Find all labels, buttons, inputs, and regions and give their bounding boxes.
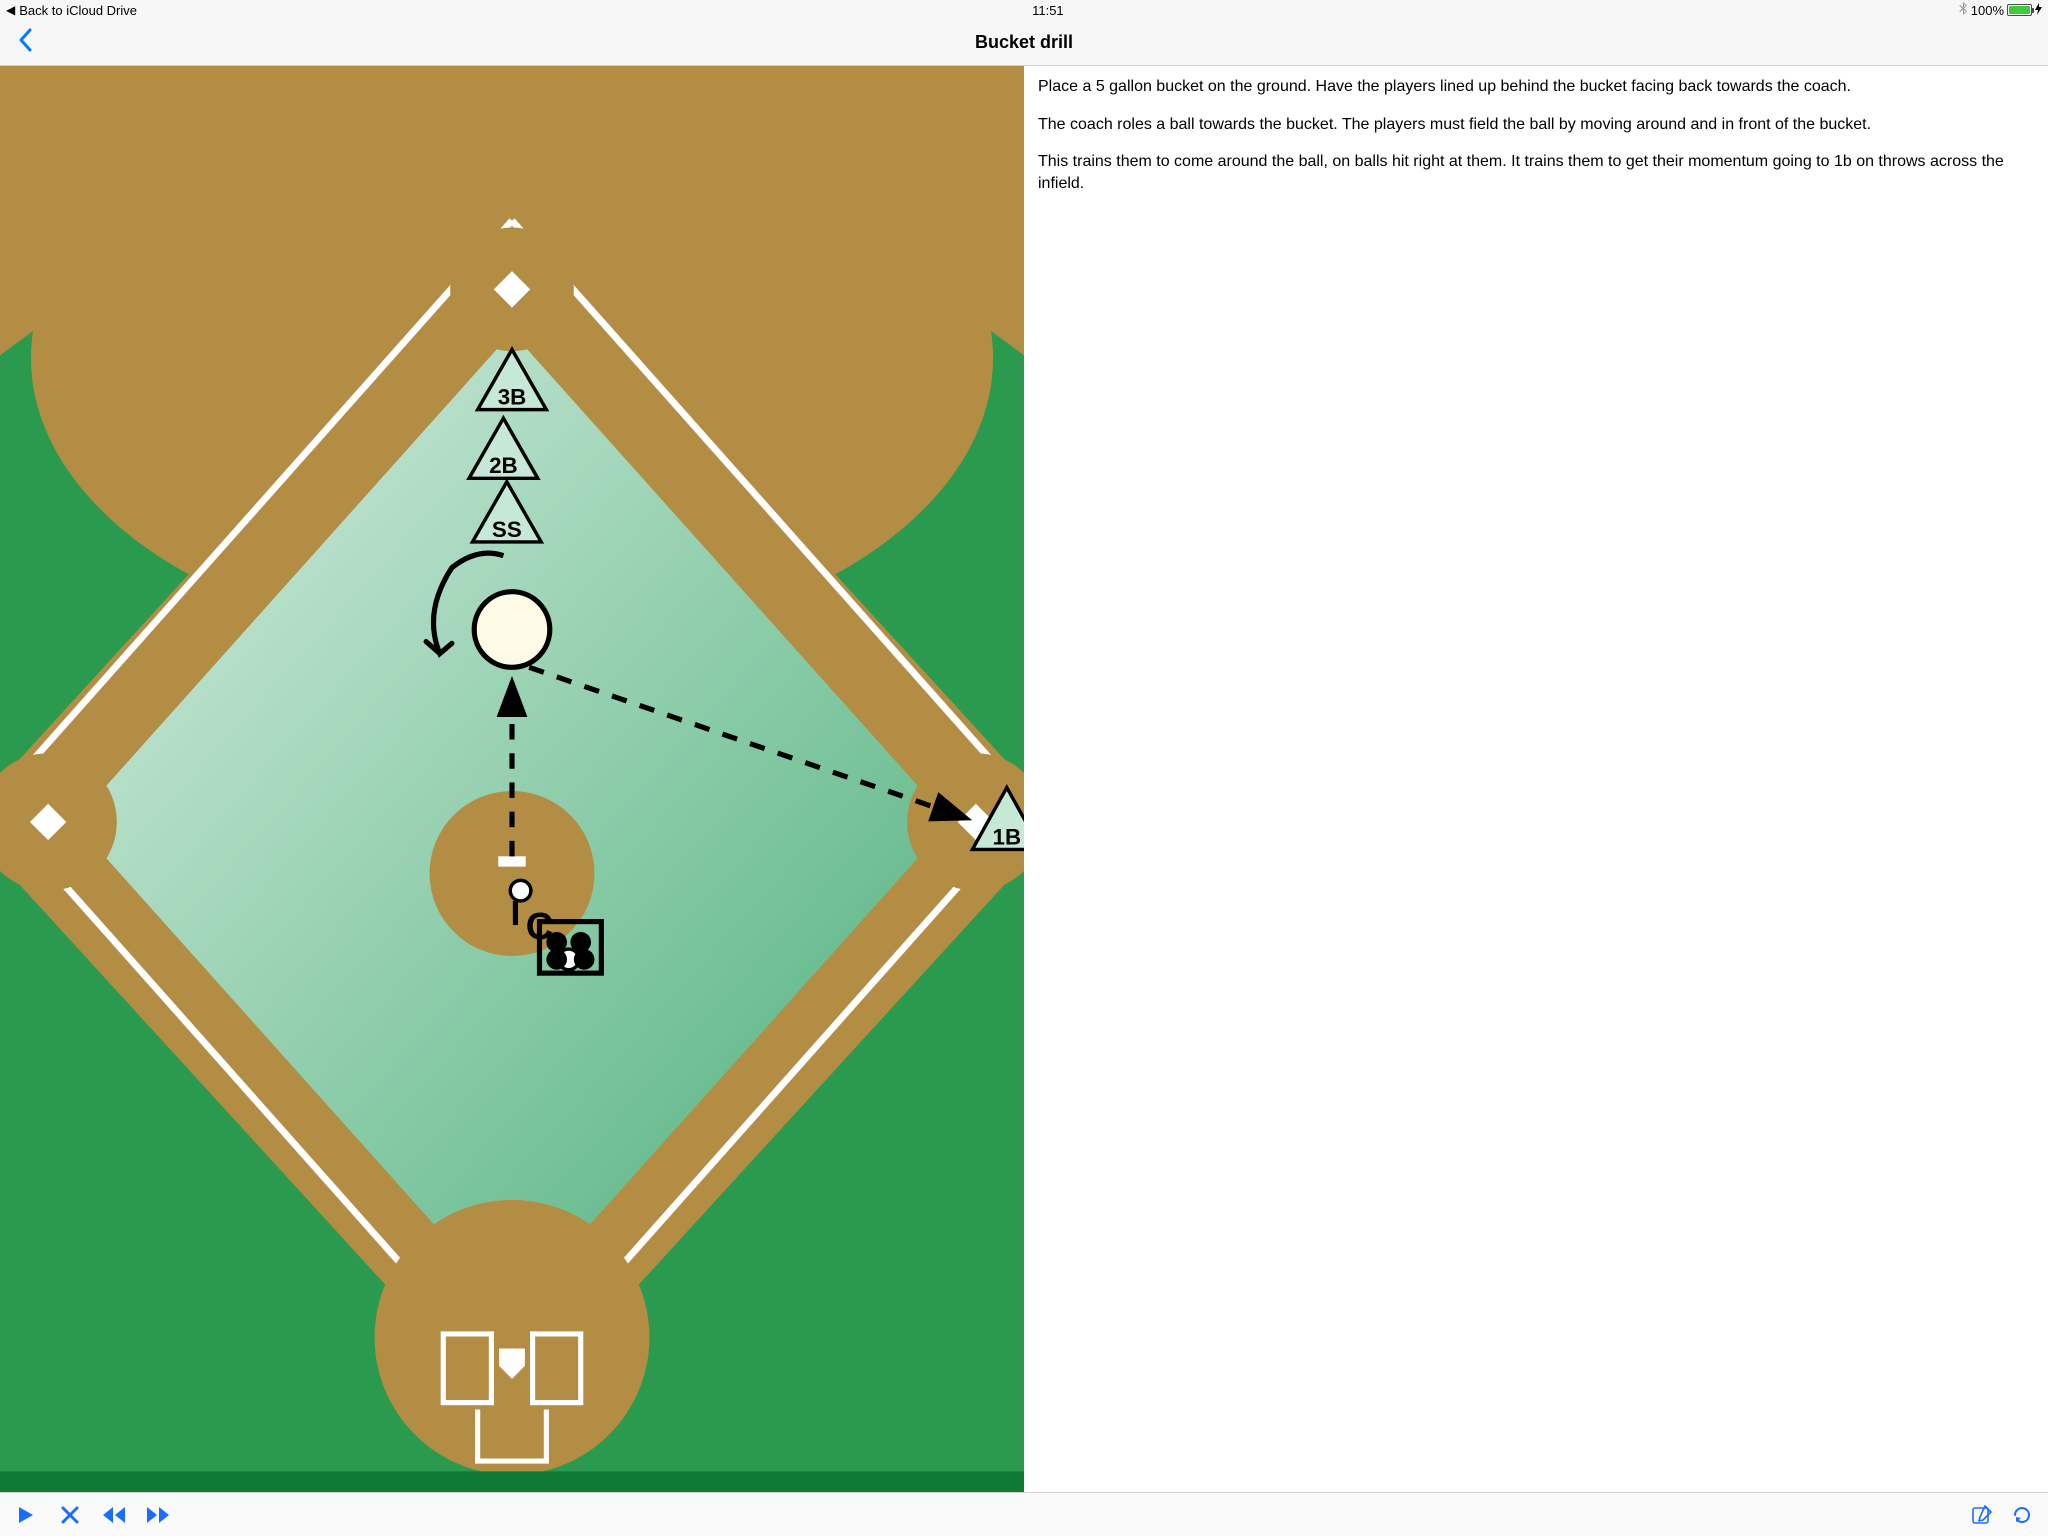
description-pane[interactable]: Place a 5 gallon bucket on the ground. H… bbox=[1024, 66, 2048, 1492]
rewind-icon bbox=[101, 1505, 127, 1525]
svg-text:2B: 2B bbox=[489, 453, 518, 478]
description-paragraph: The coach roles a ball towards the bucke… bbox=[1038, 114, 2034, 136]
status-right: 100% bbox=[1959, 2, 2042, 19]
diagram-pane[interactable]: 3B 2B SS 1B bbox=[0, 66, 1024, 1492]
status-back-label: Back to iCloud Drive bbox=[19, 3, 137, 18]
bottom-toolbar bbox=[0, 1492, 2048, 1536]
edit-button[interactable] bbox=[1962, 1497, 2002, 1533]
status-back-to-app[interactable]: ◀ Back to iCloud Drive bbox=[6, 3, 137, 18]
close-button[interactable] bbox=[50, 1497, 90, 1533]
description-paragraph: Place a 5 gallon bucket on the ground. H… bbox=[1038, 76, 2034, 98]
bucket-marker bbox=[474, 592, 550, 668]
forward-button[interactable] bbox=[138, 1497, 178, 1533]
battery-percent: 100% bbox=[1971, 3, 2004, 18]
status-bar: ◀ Back to iCloud Drive 11:51 100% bbox=[0, 0, 2048, 20]
bluetooth-icon bbox=[1959, 2, 1968, 19]
back-button[interactable] bbox=[10, 28, 40, 57]
svg-text:1B: 1B bbox=[993, 824, 1022, 849]
chevron-left-icon bbox=[18, 28, 32, 52]
refresh-icon bbox=[2011, 1504, 2033, 1526]
play-button[interactable] bbox=[6, 1497, 46, 1533]
field-diagram: 3B 2B SS 1B bbox=[0, 66, 1024, 1492]
nav-bar: Bucket drill bbox=[0, 20, 2048, 66]
back-caret-icon: ◀ bbox=[6, 3, 15, 17]
content-area: 3B 2B SS 1B bbox=[0, 66, 2048, 1492]
charging-icon bbox=[2035, 3, 2042, 18]
play-icon bbox=[16, 1505, 36, 1525]
svg-text:SS: SS bbox=[492, 517, 522, 542]
status-time: 11:51 bbox=[137, 3, 1959, 18]
battery-icon bbox=[2007, 4, 2032, 16]
description-paragraph: This trains them to come around the ball… bbox=[1038, 151, 2034, 194]
close-icon bbox=[60, 1505, 80, 1525]
rewind-button[interactable] bbox=[94, 1497, 134, 1533]
compose-icon bbox=[1971, 1504, 1993, 1526]
page-title: Bucket drill bbox=[0, 32, 2048, 53]
fast-forward-icon bbox=[145, 1505, 171, 1525]
refresh-button[interactable] bbox=[2002, 1497, 2042, 1533]
svg-text:3B: 3B bbox=[498, 384, 527, 409]
